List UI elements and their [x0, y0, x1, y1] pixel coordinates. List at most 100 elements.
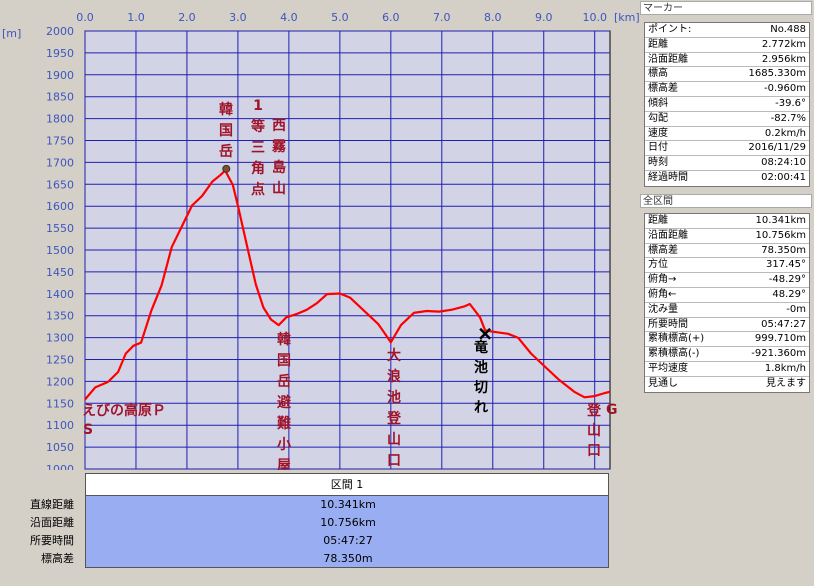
- row-value: -39.6°: [775, 97, 806, 109]
- x-tick-label: 3.0: [229, 11, 247, 24]
- row-label: 沈み量: [648, 303, 678, 315]
- y-tick-label: 1500: [46, 244, 74, 257]
- annotation-char: 角: [251, 160, 265, 177]
- row-label: 時刻: [648, 157, 668, 169]
- section_panel-row: 平均速度 1.8km/h: [645, 362, 809, 377]
- row-value: 2.772km: [761, 38, 806, 50]
- marker_panel-row: 経過時間 02:00:41: [645, 171, 809, 186]
- marker-panel: ポイント: No.488 距離 2.772km 沿面距離 2.956km 標高 1685.33…: [644, 22, 810, 187]
- marker_panel-row: 標高 1685.330m: [645, 67, 809, 83]
- row-value: 0.2km/h: [764, 127, 806, 139]
- marker_panel-row: 距離 2.772km: [645, 38, 809, 53]
- annotation-char: 霧: [272, 139, 287, 155]
- annotation-char: 竜: [474, 339, 488, 356]
- y-tick-label: 1600: [46, 200, 74, 213]
- row-value: 見えます: [766, 377, 806, 389]
- x-tick-labels: 0.0 1.0 2.0 3.0 4.0 5.0 6.0 7.0 8.0 9.0 10.0: [76, 11, 607, 24]
- y-unit-label: [m]: [2, 27, 21, 40]
- summary-label: 直線距離: [30, 498, 74, 511]
- annotation-char: 韓: [277, 331, 291, 348]
- y-tick-label: 1650: [46, 178, 74, 191]
- annotation-label: 登山口: [586, 402, 602, 459]
- summary-title: 区間 1: [85, 473, 609, 496]
- marker_panel-row: 勾配 -82.7%: [645, 112, 809, 127]
- y-tick-label: 1350: [46, 310, 74, 323]
- section_panel-row: 方位 317.45°: [645, 258, 809, 274]
- annotation-char: 小: [277, 437, 291, 453]
- x-tick-label: 0.0: [76, 11, 94, 24]
- marker_panel-row: 速度 0.2km/h: [645, 127, 809, 142]
- annotation-char: 屋: [277, 458, 291, 470]
- annotation-char: 山: [272, 181, 286, 197]
- y-tick-label: 1250: [46, 354, 74, 367]
- annotation-char: 登: [386, 410, 402, 427]
- annotation-char: 池: [387, 389, 401, 406]
- y-tick-label: 1750: [46, 135, 74, 148]
- annotation-char: 等: [251, 118, 265, 135]
- annotation-char: 大: [387, 347, 401, 364]
- annotation-char: 国: [219, 123, 233, 139]
- section-panel: 距離 10.341km 沿面距離 10.756km 標高差 78.350m 方位 317.45…: [644, 213, 810, 393]
- row-label: ポイント:: [648, 24, 692, 35]
- annotation-char: 岳: [277, 373, 291, 390]
- annotation-char: 山: [387, 432, 401, 448]
- x-unit-label: [km]: [614, 11, 640, 24]
- row-value: 2016/11/29: [748, 142, 806, 154]
- annotation-char: 島: [272, 159, 286, 176]
- annotation-label: G: [606, 402, 618, 418]
- row-value: 999.710m: [754, 333, 806, 345]
- annotation-char: れ: [474, 400, 488, 416]
- row-label: 沿面距離: [648, 229, 688, 241]
- section_panel-row: 沈み量 -0m: [645, 303, 809, 318]
- section_panel-row: 標高差 78.350m: [645, 244, 809, 259]
- annotation-label: 韓国岳: [219, 101, 233, 160]
- row-label: 経過時間: [648, 171, 688, 183]
- row-value: 317.45°: [766, 259, 806, 271]
- marker_panel-row: ポイント: No.488: [645, 23, 809, 38]
- annotation-char: 口: [587, 443, 601, 459]
- section_panel-row: 累積標高(-) -921.360m: [645, 347, 809, 362]
- row-label: 沿面距離: [648, 53, 688, 65]
- row-value: -921.360m: [751, 348, 806, 360]
- row-label: 標高差: [648, 83, 678, 95]
- annotation-label: S: [83, 422, 93, 438]
- x-tick-label: 10.0: [582, 11, 607, 24]
- section_panel-row: 沿面距離 10.756km: [645, 229, 809, 244]
- annotation-char: 登: [586, 402, 602, 419]
- row-label: 俯角→: [648, 274, 677, 286]
- section_panel-row: 俯角→ -48.29°: [645, 273, 809, 288]
- annotation-char: 避: [277, 394, 291, 411]
- section_panel-row: 所要時間 05:47:27: [645, 318, 809, 333]
- x-tick-label: 9.0: [535, 11, 553, 24]
- position-marker[interactable]: [222, 164, 231, 173]
- x-tick-label: 7.0: [433, 11, 451, 24]
- row-value: 02:00:41: [761, 171, 806, 183]
- y-tick-label: 2000: [46, 25, 74, 38]
- marker-dot[interactable]: [222, 164, 231, 173]
- row-value: 2.956km: [761, 53, 806, 65]
- row-value: 10.341km: [755, 215, 806, 226]
- row-value: -48.29°: [768, 274, 806, 286]
- row-value: No.488: [770, 24, 806, 35]
- row-label: 日付: [648, 142, 668, 154]
- y-tick-label: 1550: [46, 222, 74, 235]
- section_panel-row: 俯角← 48.29°: [645, 288, 809, 303]
- row-value: 08:24:10: [761, 157, 806, 169]
- marker_panel-row: 標高差 -0.960m: [645, 82, 809, 97]
- annotation-char: 池: [474, 359, 488, 376]
- annotation-char: 難: [277, 415, 291, 432]
- y-tick-label: 1050: [46, 441, 74, 454]
- y-tick-label: 1800: [46, 113, 74, 126]
- annotation-char: 西: [272, 118, 286, 134]
- row-value: 1.8km/h: [764, 362, 806, 374]
- x-tick-label: 2.0: [178, 11, 196, 24]
- y-tick-label: 1450: [46, 266, 74, 279]
- annotation-char: 口: [387, 453, 401, 469]
- section_panel-row: 累積標高(+) 999.710m: [645, 332, 809, 348]
- summary-label: 標高差: [41, 552, 74, 565]
- summary-value: 10.341km: [320, 498, 376, 511]
- marker_panel-row: 日付 2016/11/29: [645, 141, 809, 157]
- y-tick-label: 1000: [46, 463, 74, 470]
- section-panel-title: 全区間: [640, 194, 812, 208]
- row-label: 見通し: [648, 377, 678, 389]
